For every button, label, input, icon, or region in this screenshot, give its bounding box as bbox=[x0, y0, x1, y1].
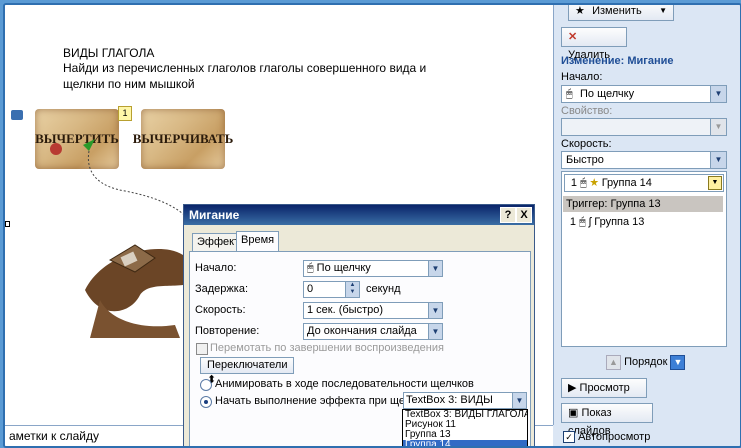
property-select: ▼ bbox=[561, 118, 727, 136]
speed-select[interactable]: 1 сек. (быстро) ▼ bbox=[303, 302, 443, 319]
reorder-group: ▲ Порядок ▼ bbox=[606, 355, 686, 370]
slideshow-icon: ▣ bbox=[568, 407, 579, 419]
speed-label: Скорость: bbox=[195, 304, 246, 316]
chevron-down-icon: ▼ bbox=[710, 152, 726, 168]
rewind-checkbox[interactable] bbox=[196, 343, 208, 355]
effect-target: Группа 14 bbox=[601, 177, 652, 189]
delay-label: Задержка: bbox=[195, 283, 249, 295]
modify-heading: Изменение: Мигание bbox=[561, 55, 674, 67]
start-on-click-radio[interactable] bbox=[200, 396, 212, 408]
mouse-click-icon: 🖱 bbox=[566, 88, 573, 100]
repeat-select-value: До окончания слайда bbox=[307, 325, 417, 337]
start-select-value: По щелчку bbox=[580, 88, 635, 100]
chevron-down-icon: ▼ bbox=[512, 393, 526, 408]
star-icon: ★ bbox=[575, 5, 585, 17]
autopreview-label: Автопросмотр bbox=[578, 431, 651, 443]
dialog-titlebar[interactable]: Мигание ? X bbox=[184, 205, 534, 225]
property-label: Свойство: bbox=[561, 105, 613, 117]
slideshow-button[interactable]: ▣ Показ слайдов bbox=[561, 403, 653, 437]
close-icon[interactable]: X bbox=[516, 207, 532, 223]
order-label: Порядок bbox=[624, 356, 668, 368]
tab-timing[interactable]: Время bbox=[236, 231, 280, 251]
change-effect-button[interactable]: ★ Изменить ▼ bbox=[568, 5, 674, 21]
trigger-header: Триггер: Группа 13 bbox=[563, 196, 723, 212]
effect-list[interactable]: 1 🖱 ★ Группа 14 ▼ Триггер: Группа 13 1 🖱… bbox=[561, 171, 727, 347]
speed-select[interactable]: Быстро ▼ bbox=[561, 151, 727, 169]
triggers-label: Переключатели bbox=[207, 359, 288, 371]
effect-order: 1 bbox=[570, 177, 577, 189]
chevron-down-icon: ▼ bbox=[428, 261, 442, 276]
custom-animation-pane: ★ Изменить ▼ ✕ Удалить Изменение: Мигани… bbox=[554, 5, 740, 446]
chevron-down-icon: ▼ bbox=[710, 119, 726, 135]
autopreview-checkbox[interactable]: ✓ bbox=[563, 431, 575, 444]
spin-icon[interactable]: ▲ ▼ bbox=[345, 282, 359, 297]
start-label: Начало: bbox=[195, 262, 237, 274]
chevron-down-icon: ▼ bbox=[710, 86, 726, 102]
move-down-icon[interactable]: ▼ bbox=[670, 355, 686, 370]
delay-unit: секунд bbox=[366, 283, 401, 295]
trigger-select[interactable]: TextBox 3: ВИДЫ ГЛАГОЛ ▼ bbox=[403, 392, 527, 421]
chevron-down-icon: ▼ bbox=[428, 303, 442, 318]
play-icon: ▶ bbox=[568, 382, 577, 394]
delete-icon: ✕ bbox=[568, 31, 578, 43]
start-select[interactable]: 🖱 По щелчку ▼ bbox=[561, 85, 727, 103]
mouse-click-icon: 🖱 bbox=[579, 216, 586, 228]
chevron-down-icon: ▼ bbox=[659, 6, 667, 15]
speed-label: Скорость: bbox=[561, 138, 612, 150]
app-window: ВИДЫ ГЛАГОЛА Найди из перечисленных глаг… bbox=[3, 3, 741, 448]
delete-effect-button[interactable]: ✕ Удалить bbox=[561, 27, 627, 61]
mouse-click-icon: 🖱 bbox=[307, 262, 314, 274]
start-select[interactable]: 🖱 По щелчку ▼ bbox=[303, 260, 443, 277]
chevron-down-icon[interactable]: ▼ bbox=[708, 176, 722, 190]
list-item[interactable]: Группа 13 bbox=[403, 430, 527, 440]
list-item[interactable]: TextBox 3: ВИДЫ ГЛАГОЛА Н bbox=[403, 410, 527, 420]
motion-path-icon: ʃ bbox=[588, 216, 592, 228]
effect-target: Группа 13 bbox=[594, 216, 645, 228]
rewind-label: Перемотать по завершении воспроизведения bbox=[210, 342, 444, 354]
list-item[interactable]: 1 🖱 ʃ Группа 13 bbox=[564, 214, 722, 230]
repeat-select[interactable]: До окончания слайда ▼ bbox=[303, 323, 443, 340]
animate-sequence-label: Анимировать в ходе последовательности ще… bbox=[215, 378, 474, 390]
start-on-click-label: Начать выполнение эффекта при щелчке bbox=[215, 395, 428, 407]
chevron-down-icon: ▼ bbox=[428, 324, 442, 339]
dialog-title: Мигание bbox=[189, 208, 240, 222]
star-icon: ★ bbox=[589, 177, 599, 189]
start-select-value: По щелчку bbox=[316, 262, 371, 274]
preview-label: Просмотр bbox=[579, 382, 630, 394]
trigger-label: Триггер: Группа 13 bbox=[566, 198, 661, 210]
change-effect-label: Изменить bbox=[592, 5, 642, 17]
delay-input[interactable]: 0 ▲ ▼ bbox=[303, 281, 360, 298]
mouse-click-icon: 🖱 bbox=[580, 177, 587, 189]
speed-select-value: Быстро bbox=[566, 154, 604, 166]
speed-select-value: 1 сек. (быстро) bbox=[307, 304, 384, 316]
animate-sequence-radio[interactable] bbox=[200, 379, 212, 391]
move-up-icon[interactable]: ▲ bbox=[606, 355, 621, 370]
autopreview-row[interactable]: ✓ Автопросмотр bbox=[563, 431, 651, 444]
triggers-button[interactable]: Переключатели ⬍ bbox=[200, 357, 294, 386]
help-icon[interactable]: ? bbox=[500, 207, 516, 223]
resize-handle[interactable] bbox=[5, 221, 10, 227]
delay-value: 0 bbox=[307, 283, 314, 295]
effect-dialog: Мигание ? X Эффект Время Начало: 🖱 По ще… bbox=[183, 204, 535, 446]
repeat-label: Повторение: bbox=[195, 325, 260, 337]
start-label: Начало: bbox=[561, 71, 603, 83]
effect-order: 1 bbox=[569, 216, 576, 228]
trigger-dropdown-list[interactable]: TextBox 3: ВИДЫ ГЛАГОЛА Н Рисунок 11 Гру… bbox=[402, 409, 528, 446]
motion-start-icon bbox=[83, 139, 95, 151]
preview-button[interactable]: ▶ Просмотр bbox=[561, 378, 647, 398]
list-item[interactable]: 1 🖱 ★ Группа 14 ▼ bbox=[564, 174, 724, 192]
list-item[interactable]: Рисунок 11 bbox=[403, 420, 527, 430]
